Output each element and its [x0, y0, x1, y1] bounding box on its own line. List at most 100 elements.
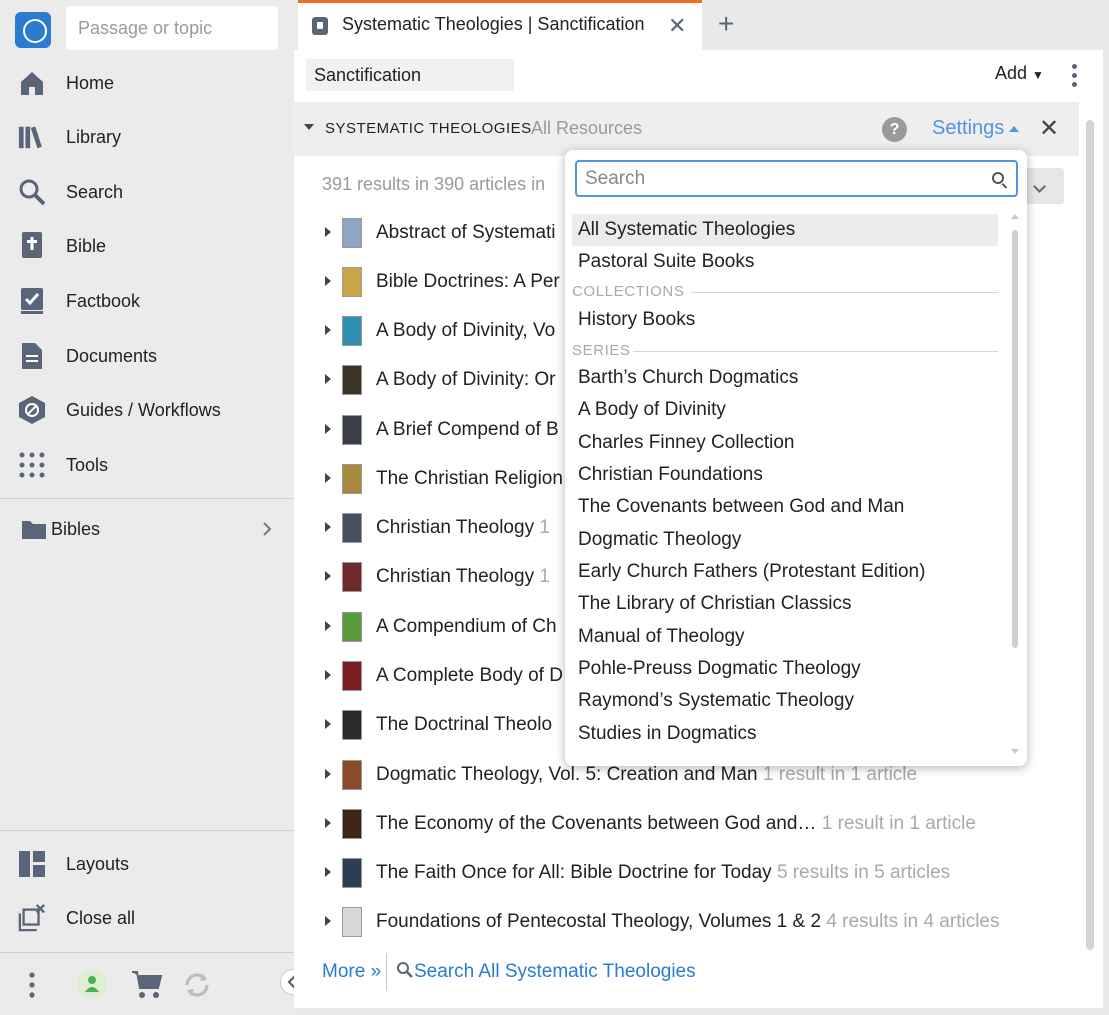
result-title[interactable]: The Faith Once for All: Bible Doctrine f… [376, 862, 950, 884]
close-section-icon[interactable]: ✕ [1039, 114, 1059, 143]
result-title[interactable]: The Doctrinal Theolo [376, 714, 552, 736]
panel-scrollbar[interactable] [1086, 120, 1094, 998]
folder-bibles[interactable]: Bibles [0, 504, 294, 554]
expand-arrow-icon[interactable] [325, 571, 331, 581]
result-row[interactable]: The Economy of the Covenants between God… [294, 801, 1079, 847]
expand-arrow-icon[interactable] [325, 325, 331, 335]
passage-search-input[interactable] [66, 6, 278, 50]
result-title[interactable]: A Brief Compend of B [376, 419, 559, 441]
nav-tools[interactable]: Tools [0, 440, 294, 490]
dropdown-option[interactable]: The Covenants between God and Man [572, 491, 998, 523]
dropdown-option[interactable]: Dogmatic Theology [572, 524, 998, 556]
dropdown-option[interactable]: All Systematic Theologies [572, 214, 998, 246]
nav-layouts[interactable]: Layouts [0, 839, 294, 889]
documents-icon [18, 342, 46, 370]
expand-arrow-icon[interactable] [325, 621, 331, 631]
dropdown-option[interactable]: History Books [572, 304, 998, 336]
result-title[interactable]: Bible Doctrines: A Per [376, 271, 560, 293]
scrollbar-thumb[interactable] [1086, 120, 1094, 950]
dropdown-option[interactable]: Raymond’s Systematic Theology [572, 685, 998, 717]
tab-systematic-theologies[interactable]: Systematic Theologies | Sanctification ✕ [298, 0, 702, 50]
cart-icon[interactable] [131, 970, 163, 1005]
section-header[interactable]: SYSTEMATIC THEOLOGIES All Resources ? Se… [294, 102, 1079, 156]
nav-label: Layouts [66, 853, 130, 874]
section-title: SYSTEMATIC THEOLOGIES [325, 120, 532, 137]
user-status-icon[interactable] [76, 968, 108, 1005]
result-title[interactable]: Dogmatic Theology, Vol. 5: Creation and … [376, 764, 917, 786]
dropdown-option[interactable]: Christian Foundations [572, 459, 998, 491]
dropdown-option[interactable]: Studies in Dogmatics [572, 718, 998, 750]
dropdown-option[interactable]: Pastoral Suite Books [572, 246, 998, 278]
expand-arrow-icon[interactable] [325, 522, 331, 532]
settings-button[interactable]: Settings [932, 117, 1020, 140]
dropdown-option[interactable]: Charles Finney Collection [572, 427, 998, 459]
add-tab-icon[interactable]: + [718, 8, 734, 40]
result-count: 4 results in 4 articles [826, 911, 1000, 932]
result-title[interactable]: A Body of Divinity, Vo [376, 320, 555, 342]
expand-arrow-icon[interactable] [325, 424, 331, 434]
result-title[interactable]: The Christian Religion [376, 468, 563, 490]
add-menu-button[interactable]: Add ▼ [995, 63, 1044, 84]
more-link[interactable]: More » [322, 961, 381, 983]
scroll-up-icon[interactable] [1011, 214, 1019, 219]
app-logo-icon[interactable] [15, 12, 51, 48]
scrollbar-thumb[interactable] [1012, 230, 1018, 648]
dropdown-option[interactable]: Barth’s Church Dogmatics [572, 362, 998, 394]
dropdown-option[interactable]: The Library of Christian Classics [572, 588, 998, 620]
dropdown-option[interactable]: Early Church Fathers (Protestant Edition… [572, 556, 998, 588]
search-all-link[interactable]: Search All Systematic Theologies [396, 961, 696, 983]
expand-arrow-icon[interactable] [325, 818, 331, 828]
expand-arrow-icon[interactable] [325, 473, 331, 483]
result-title[interactable]: Foundations of Pentecostal Theology, Vol… [376, 911, 1000, 933]
book-cover [342, 218, 362, 248]
tab-title: Systematic Theologies | Sanctification [342, 14, 645, 34]
nav-guides-workflows[interactable]: Guides / Workflows [0, 385, 294, 435]
layouts-icon [18, 850, 46, 878]
result-title[interactable]: A Body of Divinity: Or [376, 369, 556, 391]
expand-arrow-icon[interactable] [325, 769, 331, 779]
help-icon[interactable]: ? [882, 117, 907, 142]
result-title[interactable]: A Compendium of Ch [376, 616, 557, 638]
resource-scope-dropdown: All Systematic TheologiesPastoral Suite … [565, 150, 1027, 766]
result-row[interactable]: The Faith Once for All: Bible Doctrine f… [294, 850, 1079, 896]
expand-arrow-icon[interactable] [325, 719, 331, 729]
result-row[interactable]: Foundations of Pentecostal Theology, Vol… [294, 899, 1079, 945]
book-cover [342, 612, 362, 642]
result-title[interactable]: Christian Theology 1 [376, 566, 550, 588]
kebab-menu-icon[interactable] [28, 972, 36, 1003]
dropdown-divider [691, 292, 998, 293]
query-input[interactable] [306, 59, 514, 91]
result-title[interactable]: The Economy of the Covenants between God… [376, 813, 976, 835]
expand-arrow-icon[interactable] [325, 916, 331, 926]
book-cover [342, 415, 362, 445]
collapse-caret-icon[interactable] [304, 124, 314, 130]
expand-arrow-icon[interactable] [325, 276, 331, 286]
nav-library[interactable]: Library [0, 112, 294, 162]
sync-icon[interactable] [181, 969, 213, 1006]
scroll-down-icon[interactable] [1011, 749, 1019, 754]
book-cover [342, 760, 362, 790]
nav-bible[interactable]: Bible [0, 221, 294, 271]
dropdown-search-input[interactable] [575, 160, 1018, 197]
dropdown-option[interactable]: Pohle-Preuss Dogmatic Theology [572, 653, 998, 685]
nav-close-all[interactable]: Close all [0, 893, 294, 943]
result-title[interactable]: A Complete Body of D [376, 665, 563, 687]
result-title[interactable]: Christian Theology 1 [376, 517, 550, 539]
nav-documents[interactable]: Documents [0, 331, 294, 381]
result-count: 1 [539, 517, 550, 538]
expand-arrow-icon[interactable] [325, 867, 331, 877]
expand-arrow-icon[interactable] [325, 227, 331, 237]
dropdown-option[interactable]: A Body of Divinity [572, 394, 998, 426]
expand-arrow-icon[interactable] [325, 670, 331, 680]
close-tab-icon[interactable]: ✕ [668, 13, 686, 39]
dropdown-option[interactable]: Manual of Theology [572, 621, 998, 653]
nav-factbook[interactable]: Factbook [0, 276, 294, 326]
panel-menu-icon[interactable] [1070, 62, 1078, 90]
nav-home[interactable]: Home [0, 58, 294, 108]
add-label: Add [995, 63, 1028, 83]
dropdown-section-header: COLLECTIONS [572, 283, 685, 300]
result-title[interactable]: Abstract of Systemati [376, 222, 556, 244]
nav-search[interactable]: Search [0, 167, 294, 217]
dropdown-scrollbar[interactable] [1011, 214, 1019, 759]
expand-arrow-icon[interactable] [325, 374, 331, 384]
